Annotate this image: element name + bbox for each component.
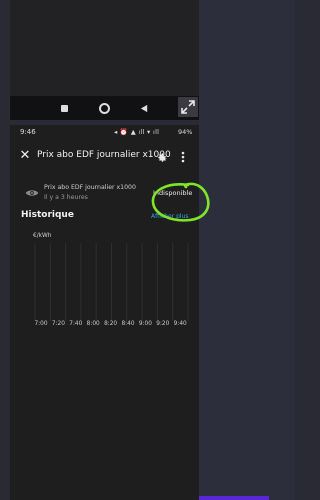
x-tick-label: 9:40 [173,321,187,327]
back-button[interactable] [136,100,152,116]
phone-screen: 9:46 ◂ ⏰ ▲ ıll ▾ ıll 94% ✕ Prix abo EDF … [10,125,210,500]
more-options-button[interactable] [180,149,188,163]
close-icon: ✕ [19,148,31,163]
entity-name: Prix abo EDF journalier x1000 [44,184,136,191]
square-icon [60,104,68,112]
x-tick-label: 8:20 [104,321,118,327]
history-chart [34,243,189,321]
close-button[interactable]: ✕ [18,149,32,163]
history-heading: Historique [21,210,74,220]
x-tick-label: 9:00 [138,321,152,327]
accent-bar [199,496,269,500]
status-bar: 9:46 ◂ ⏰ ▲ ıll ▾ ıll 94% [10,125,199,139]
expand-image-button[interactable] [178,97,198,117]
battery-level: 94% [178,128,193,136]
y-axis-unit: €/kWh [33,233,52,239]
page-background-right [199,0,295,500]
x-tick-label: 7:40 [69,321,83,327]
status-time: 9:46 [20,128,36,136]
status-icons: ◂ ⏰ ▲ ıll ▾ ıll [114,128,160,136]
x-tick-label: 7:00 [34,321,48,327]
previous-screen-area [10,0,199,96]
back-triangle-icon [140,104,147,112]
recents-button[interactable] [56,100,72,116]
x-tick-label: 9:20 [156,321,170,327]
home-circle-icon [98,102,110,114]
home-button[interactable] [96,100,112,116]
annotation-circle [151,182,210,222]
dialog-header: ✕ Prix abo EDF journalier x1000 [10,143,199,169]
android-navigation-bar [10,96,199,120]
expand-arrows-icon [181,100,195,114]
eye-icon [25,190,39,196]
x-tick-label: 8:00 [86,321,100,327]
gear-icon [158,153,167,162]
dialog-title: Prix abo EDF journalier x1000 [37,150,171,160]
settings-button[interactable] [156,149,168,163]
last-changed-time: Il y a 3 heures [44,194,88,201]
x-tick-label: 8:40 [121,321,135,327]
kebab-menu-icon [181,151,185,163]
x-tick-label: 7:20 [51,321,65,327]
